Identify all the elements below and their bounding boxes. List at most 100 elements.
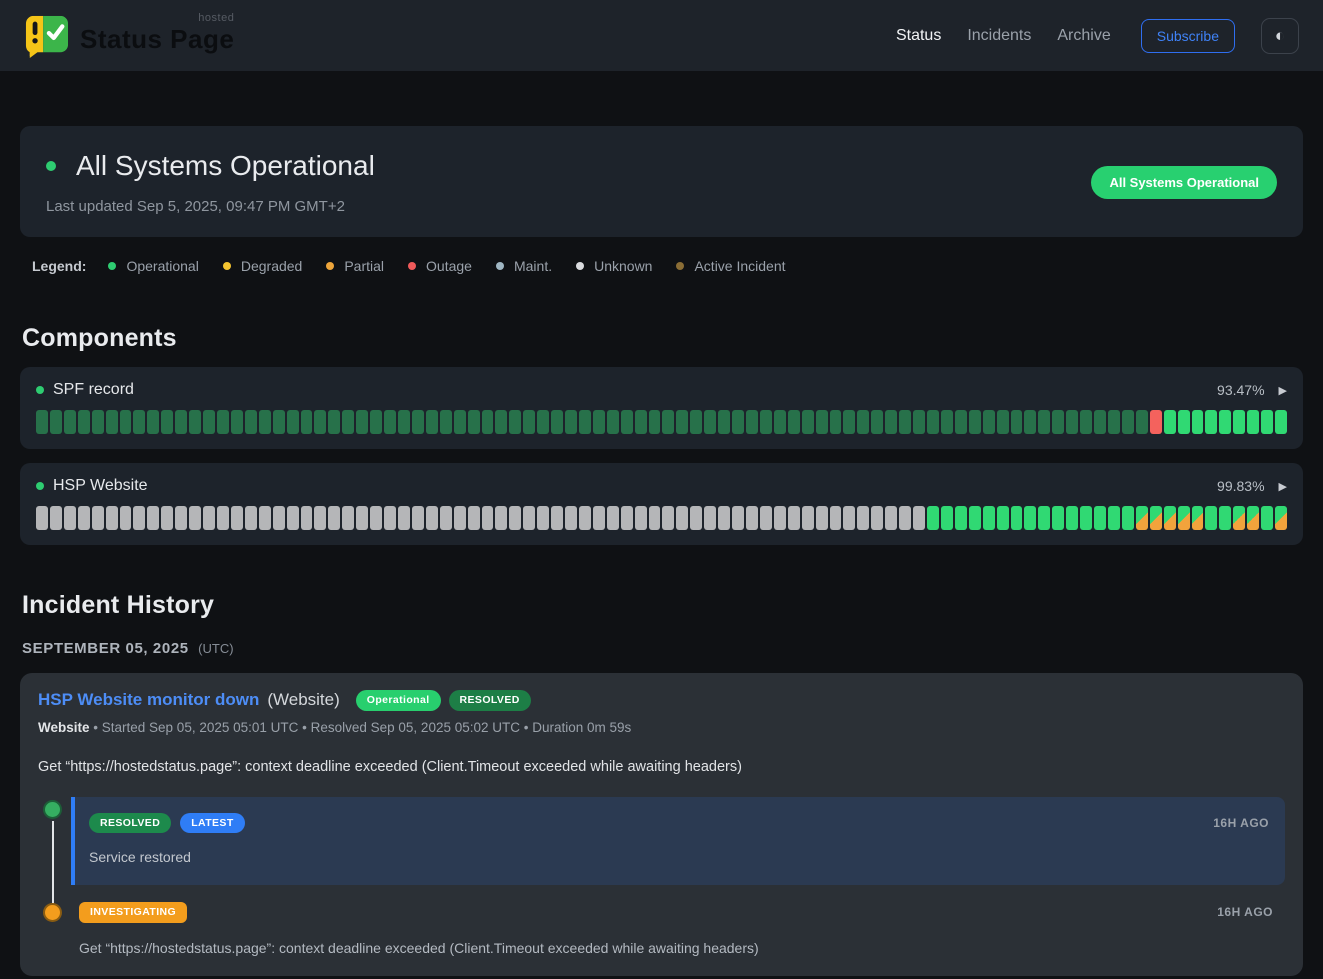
uptime-bar[interactable] xyxy=(746,410,758,434)
uptime-bar[interactable] xyxy=(133,506,145,530)
uptime-bar[interactable] xyxy=(440,410,452,434)
uptime-bar[interactable] xyxy=(287,506,299,530)
uptime-bar[interactable] xyxy=(328,410,340,434)
uptime-bar[interactable] xyxy=(342,506,354,530)
uptime-bar[interactable] xyxy=(398,506,410,530)
uptime-bar[interactable] xyxy=(1122,506,1134,530)
uptime-bar[interactable] xyxy=(78,410,90,434)
uptime-bar[interactable] xyxy=(1205,410,1217,434)
uptime-bar[interactable] xyxy=(1275,410,1287,434)
uptime-bar[interactable] xyxy=(356,506,368,530)
uptime-bar[interactable] xyxy=(370,410,382,434)
uptime-bar[interactable] xyxy=(468,410,480,434)
uptime-bar[interactable] xyxy=(203,410,215,434)
uptime-bar[interactable] xyxy=(314,506,326,530)
uptime-bar[interactable] xyxy=(718,506,730,530)
uptime-bar[interactable] xyxy=(1164,506,1176,530)
uptime-bar[interactable] xyxy=(259,506,271,530)
uptime-bar[interactable] xyxy=(635,506,647,530)
uptime-bar[interactable] xyxy=(356,410,368,434)
uptime-bar[interactable] xyxy=(147,410,159,434)
uptime-bar[interactable] xyxy=(161,506,173,530)
uptime-bar[interactable] xyxy=(495,410,507,434)
uptime-bar[interactable] xyxy=(718,410,730,434)
uptime-bar[interactable] xyxy=(662,506,674,530)
uptime-bar[interactable] xyxy=(997,506,1009,530)
uptime-bar[interactable] xyxy=(189,506,201,530)
uptime-bar[interactable] xyxy=(1094,410,1106,434)
uptime-bar[interactable] xyxy=(913,410,925,434)
uptime-bar[interactable] xyxy=(1108,506,1120,530)
uptime-bar[interactable] xyxy=(760,506,772,530)
uptime-bar[interactable] xyxy=(607,506,619,530)
uptime-bar[interactable] xyxy=(1080,410,1092,434)
uptime-bar[interactable] xyxy=(871,506,883,530)
uptime-bar[interactable] xyxy=(495,506,507,530)
uptime-bar[interactable] xyxy=(816,506,828,530)
uptime-bar[interactable] xyxy=(1052,506,1064,530)
uptime-bar[interactable] xyxy=(426,410,438,434)
uptime-bar[interactable] xyxy=(676,410,688,434)
uptime-bar[interactable] xyxy=(301,506,313,530)
uptime-bar[interactable] xyxy=(899,506,911,530)
uptime-bar[interactable] xyxy=(412,506,424,530)
uptime-bar[interactable] xyxy=(1261,506,1273,530)
uptime-bar[interactable] xyxy=(927,410,939,434)
uptime-bar[interactable] xyxy=(1024,506,1036,530)
uptime-bar[interactable] xyxy=(1150,410,1162,434)
uptime-bar[interactable] xyxy=(969,410,981,434)
uptime-bar[interactable] xyxy=(245,410,257,434)
uptime-bar[interactable] xyxy=(203,506,215,530)
uptime-bar[interactable] xyxy=(342,410,354,434)
uptime-bar[interactable] xyxy=(217,506,229,530)
nav-incidents[interactable]: Incidents xyxy=(967,27,1031,45)
uptime-bar[interactable] xyxy=(746,506,758,530)
uptime-bar[interactable] xyxy=(1247,410,1259,434)
uptime-bar[interactable] xyxy=(537,410,549,434)
uptime-bar[interactable] xyxy=(217,410,229,434)
uptime-bar[interactable] xyxy=(690,410,702,434)
uptime-bar[interactable] xyxy=(955,506,967,530)
uptime-bar[interactable] xyxy=(843,506,855,530)
uptime-bar[interactable] xyxy=(1219,410,1231,434)
uptime-bar[interactable] xyxy=(816,410,828,434)
uptime-bar[interactable] xyxy=(649,506,661,530)
uptime-bar[interactable] xyxy=(328,506,340,530)
uptime-bar[interactable] xyxy=(454,410,466,434)
uptime-bar[interactable] xyxy=(384,410,396,434)
uptime-bar[interactable] xyxy=(774,506,786,530)
uptime-bar[interactable] xyxy=(551,410,563,434)
uptime-bar[interactable] xyxy=(607,410,619,434)
uptime-bar[interactable] xyxy=(120,506,132,530)
uptime-bar[interactable] xyxy=(189,410,201,434)
uptime-bar[interactable] xyxy=(969,506,981,530)
uptime-bar[interactable] xyxy=(704,410,716,434)
uptime-bar[interactable] xyxy=(857,410,869,434)
uptime-bar[interactable] xyxy=(802,506,814,530)
uptime-bar[interactable] xyxy=(983,410,995,434)
uptime-bar[interactable] xyxy=(537,506,549,530)
uptime-bar[interactable] xyxy=(941,506,953,530)
uptime-bar[interactable] xyxy=(1038,506,1050,530)
uptime-bar[interactable] xyxy=(92,506,104,530)
uptime-bar[interactable] xyxy=(259,410,271,434)
uptime-bar[interactable] xyxy=(621,410,633,434)
uptime-bar[interactable] xyxy=(231,410,243,434)
uptime-bar[interactable] xyxy=(231,506,243,530)
uptime-bar[interactable] xyxy=(106,506,118,530)
uptime-bar[interactable] xyxy=(941,410,953,434)
uptime-bar[interactable] xyxy=(523,410,535,434)
subscribe-button[interactable]: Subscribe xyxy=(1141,19,1235,53)
uptime-bar[interactable] xyxy=(482,410,494,434)
uptime-bar[interactable] xyxy=(92,410,104,434)
uptime-bar[interactable] xyxy=(440,506,452,530)
uptime-bar[interactable] xyxy=(36,506,48,530)
uptime-bar[interactable] xyxy=(1094,506,1106,530)
uptime-bar[interactable] xyxy=(885,410,897,434)
uptime-bar[interactable] xyxy=(1066,506,1078,530)
uptime-bar[interactable] xyxy=(1247,506,1259,530)
uptime-bar[interactable] xyxy=(997,410,1009,434)
uptime-bar[interactable] xyxy=(913,506,925,530)
uptime-bar[interactable] xyxy=(273,506,285,530)
uptime-bar[interactable] xyxy=(927,506,939,530)
